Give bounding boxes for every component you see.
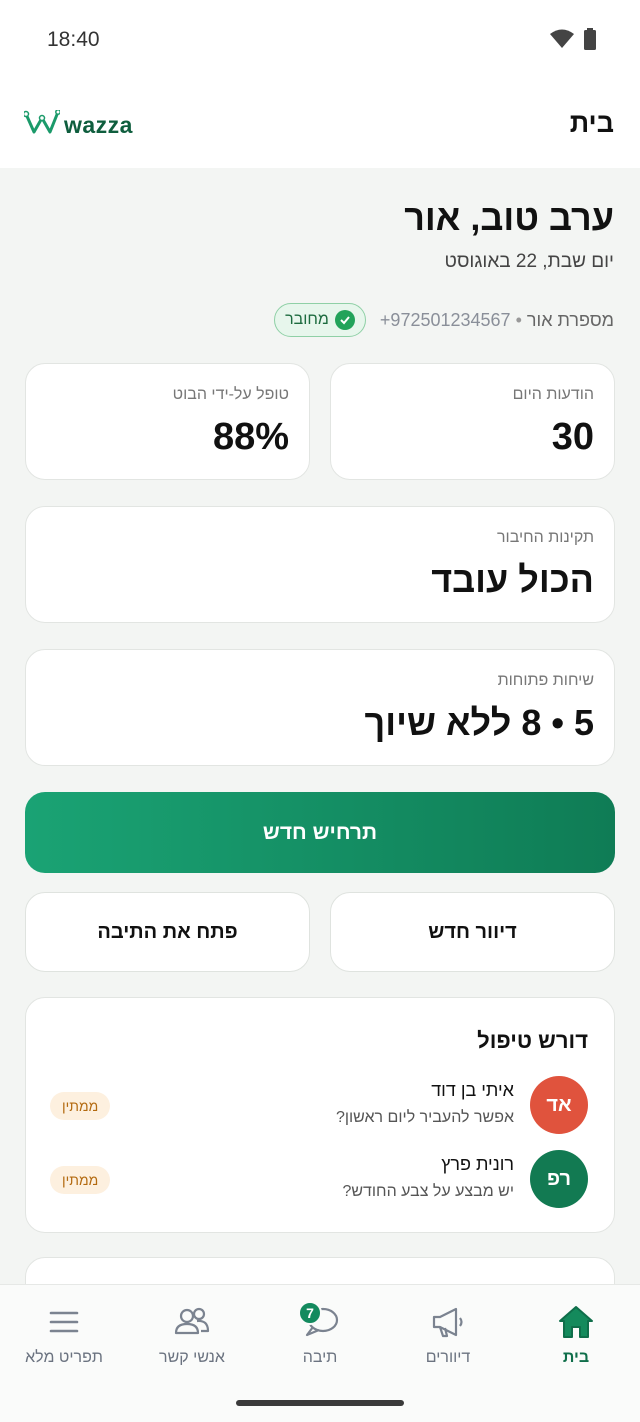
contact-name: רונית פרץ (441, 1154, 514, 1174)
open-inbox-button[interactable]: פתח את התיבה (25, 892, 310, 972)
nav-item-contacts[interactable]: אנשי קשר (128, 1285, 256, 1385)
connection-row: מחובר מספרת אור • +972501234567 (274, 303, 614, 337)
nav-label: תפריט מלא (25, 1349, 103, 1366)
new-scenario-button[interactable]: תרחיש חדש (25, 792, 615, 873)
nav-label: בית (562, 1349, 590, 1366)
attention-title: דורש טיפול (477, 1028, 588, 1053)
status-icons (550, 28, 596, 55)
logo-text: wazza (64, 112, 133, 138)
greeting-date: יום שבת, 22 באוגוסט (444, 251, 614, 272)
status-badge: ממתין (50, 1092, 111, 1120)
home-indicator[interactable] (236, 1400, 404, 1406)
phone-number: +972501234567 (379, 309, 511, 330)
status-time: 18:40 (47, 28, 100, 51)
stat-label: טופל על-ידי הבוט (172, 386, 289, 403)
stat-card-bot[interactable]: טופל על-ידי הבוט 88% (25, 363, 310, 480)
wifi-icon (550, 29, 574, 54)
nav-item-broadcasts[interactable]: דיוורים (384, 1285, 512, 1385)
stat-value: 30 (551, 416, 594, 458)
stat-label: שיחות פתוחות (497, 672, 594, 689)
number-label: מספרת אור (526, 309, 614, 330)
list-item[interactable]: אד איתי בן דוד אפשר להעביר ליום ראשון? מ… (50, 1076, 588, 1136)
separator: • (515, 309, 522, 330)
contact-name: איתי בן דוד (431, 1080, 514, 1100)
nav-item-inbox[interactable]: 7 תיבה (256, 1285, 384, 1385)
stat-card-messages[interactable]: הודעות היום 30 (330, 363, 615, 480)
megaphone-icon (430, 1305, 466, 1344)
avatar: רפ (530, 1150, 588, 1208)
logo-icon (22, 109, 61, 141)
number-info: מספרת אור • +972501234567 (380, 310, 614, 331)
stat-label: הודעות היום (512, 386, 594, 403)
menu-icon (48, 1305, 80, 1344)
contact-message: אפשר להעביר ליום ראשון? (335, 1109, 514, 1126)
avatar: אד (530, 1076, 588, 1134)
stat-card-health[interactable]: תקינות החיבור הכול עובד (25, 506, 615, 623)
nav-label: תיבה (302, 1349, 338, 1366)
connected-badge: מחובר (274, 303, 366, 337)
stat-card-open-chats[interactable]: שיחות פתוחות 5 • 8 ללא שיוך (25, 649, 615, 766)
stat-value: 5 • 8 ללא שיוך (364, 702, 594, 743)
status-badge: ממתין (50, 1166, 111, 1194)
nav-item-menu[interactable]: תפריט מלא (0, 1285, 128, 1385)
home-icon (558, 1305, 594, 1344)
status-bar: 18:40 (0, 0, 640, 80)
check-circle-icon (334, 310, 355, 330)
contacts-icon (173, 1305, 211, 1344)
page-title: בית (569, 108, 614, 138)
nav-item-home[interactable]: בית (512, 1285, 640, 1385)
nav-label: אנשי קשר (159, 1349, 225, 1366)
greeting-title: ערב טוב, אור (404, 197, 614, 238)
stat-value: הכול עובד (431, 559, 594, 600)
attention-card: דורש טיפול אד איתי בן דוד אפשר להעביר לי… (25, 997, 615, 1233)
stat-label: תקינות החיבור (497, 529, 594, 546)
app-header: wazza בית (0, 80, 640, 168)
stat-value: 88% (212, 416, 289, 458)
new-broadcast-button[interactable]: דיוור חדש (330, 892, 615, 972)
contact-message: יש מבצע על צבע החודש? (342, 1183, 514, 1200)
list-item[interactable]: רפ רונית פרץ יש מבצע על צבע החודש? ממתין (50, 1150, 588, 1210)
connected-label: מחובר (285, 311, 329, 328)
battery-icon (584, 28, 596, 55)
logo: wazza (22, 109, 133, 141)
inbox-badge: 7 (298, 1301, 322, 1325)
nav-label: דיוורים (425, 1349, 471, 1366)
